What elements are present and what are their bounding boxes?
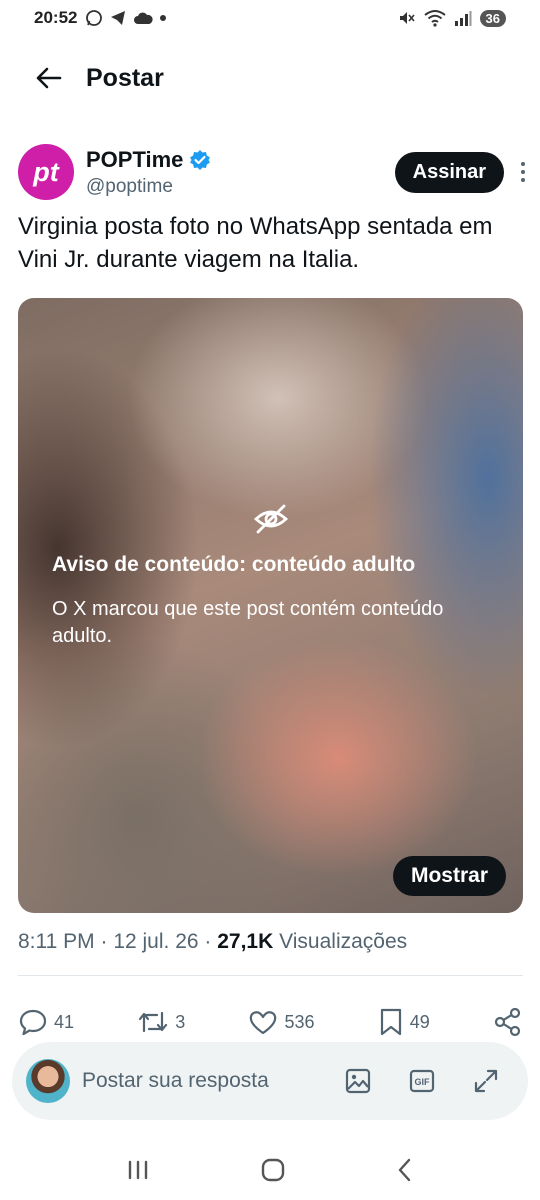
reply-tools: GIF	[344, 1067, 514, 1095]
subscribe-button[interactable]: Assinar	[394, 151, 504, 193]
back-nav-icon[interactable]	[395, 1157, 415, 1183]
wifi-icon	[423, 10, 446, 27]
bookmark-button[interactable]: 49	[378, 1007, 430, 1037]
mute-icon	[399, 12, 415, 24]
post-date: 12 jul. 26	[113, 930, 199, 953]
reply-input[interactable]: Postar sua resposta	[82, 1069, 269, 1093]
author-info: POPTime @poptime	[86, 147, 211, 198]
recent-apps-icon[interactable]	[125, 1159, 151, 1181]
post-media[interactable]: Aviso de conteúdo: conteúdo adulto O X m…	[18, 298, 523, 913]
home-icon[interactable]	[260, 1157, 286, 1183]
eye-off-icon	[253, 504, 289, 534]
reply-count: 41	[54, 1011, 75, 1032]
repost-button[interactable]: 3	[137, 1009, 185, 1035]
post-author: pt POPTime @poptime Assinar	[18, 140, 528, 204]
share-icon	[494, 1007, 521, 1037]
expand-icon[interactable]	[472, 1067, 500, 1095]
telegram-icon	[111, 11, 126, 25]
like-count: 536	[284, 1011, 315, 1032]
share-button[interactable]	[493, 1007, 523, 1037]
verified-badge-icon	[190, 149, 211, 170]
reply-button[interactable]: 41	[18, 1008, 74, 1036]
page-title: Postar	[86, 63, 164, 92]
system-icons: 36	[398, 9, 506, 27]
post-time: 8:11 PM	[18, 930, 95, 953]
status-bar: 20:52 36	[0, 0, 540, 36]
views-count[interactable]: 27,1K	[217, 930, 273, 953]
like-button[interactable]: 536	[248, 1008, 315, 1036]
repost-icon	[139, 1011, 168, 1033]
show-media-button[interactable]: Mostrar	[392, 856, 506, 896]
user-avatar	[26, 1059, 70, 1103]
svg-text:GIF: GIF	[415, 1077, 431, 1087]
more-options-icon[interactable]	[518, 162, 528, 182]
back-button[interactable]	[30, 60, 66, 96]
arrow-left-icon	[36, 67, 62, 89]
author-name-row: POPTime	[86, 147, 211, 173]
notification-icons	[85, 9, 167, 27]
post-text: Virginia posta foto no WhatsApp sentada …	[18, 213, 493, 273]
reply-composer[interactable]: Postar sua resposta GIF	[12, 1042, 528, 1120]
post-meta: 8:11 PM · 12 jul. 26 · 27,1K Visualizaçõ…	[18, 930, 408, 953]
image-icon[interactable]	[344, 1067, 372, 1095]
bookmark-count: 49	[409, 1011, 430, 1032]
views-label: Visualizações	[279, 930, 408, 953]
status-time: 20:52	[34, 8, 78, 27]
battery-level: 36	[479, 9, 506, 27]
comment-icon	[19, 1009, 47, 1036]
divider	[18, 975, 523, 976]
heart-icon	[250, 1011, 277, 1035]
whatsapp-icon	[86, 10, 103, 26]
gif-icon[interactable]: GIF	[408, 1067, 436, 1095]
post-actions: 41 3 536 49	[18, 1002, 523, 1042]
top-bar: Postar	[0, 36, 540, 120]
author-handle[interactable]: @poptime	[86, 176, 211, 198]
system-nav-bar	[0, 1140, 540, 1200]
warning-title: Aviso de conteúdo: conteúdo adulto	[52, 553, 416, 576]
warning-description: O X marcou que este post contém conteúdo…	[52, 598, 444, 647]
author-avatar[interactable]: pt	[18, 144, 74, 200]
cloud-icon	[134, 12, 154, 24]
signal-icon	[454, 11, 472, 26]
author-name[interactable]: POPTime	[86, 147, 183, 173]
dot-icon	[160, 15, 167, 21]
bookmark-icon	[380, 1008, 401, 1036]
repost-count: 3	[175, 1011, 186, 1032]
content-warning-overlay: Aviso de conteúdo: conteúdo adulto O X m…	[18, 298, 523, 913]
